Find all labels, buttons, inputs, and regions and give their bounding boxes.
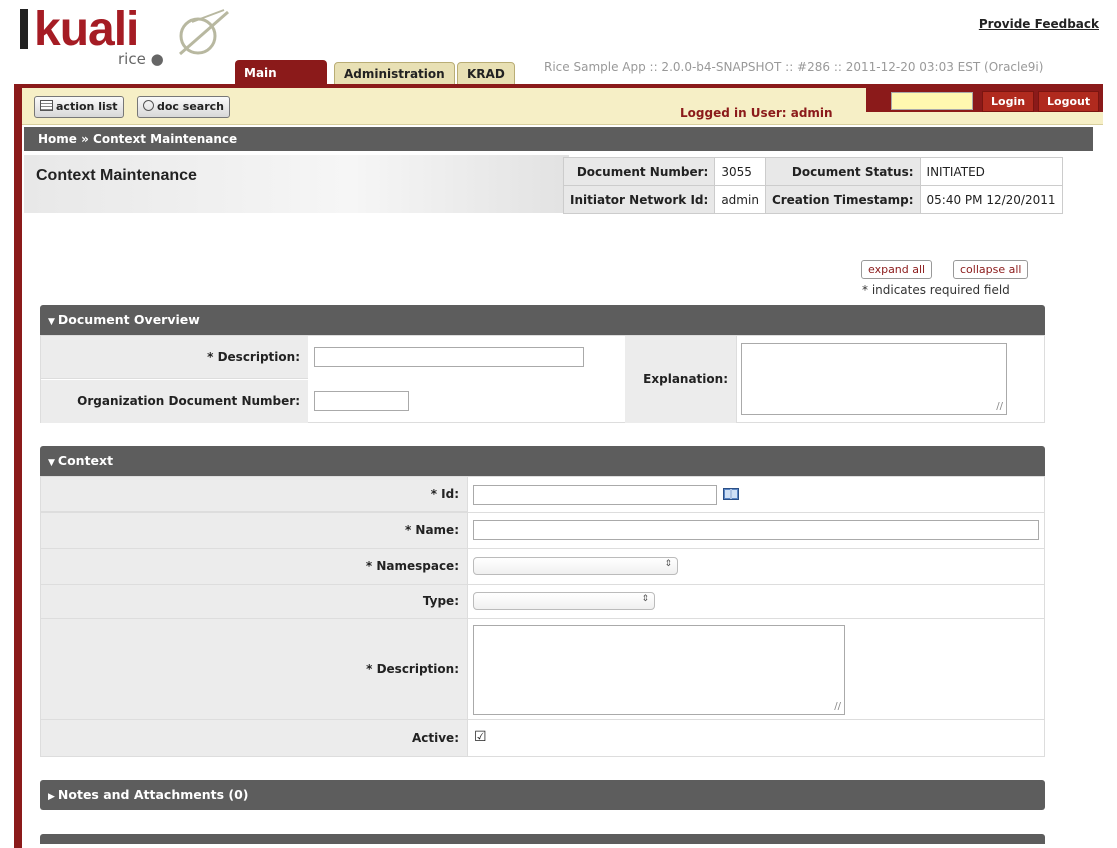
- expanded-triangle-icon: ▼: [48, 458, 55, 468]
- document-info-table: Document Number: 3055 Document Status: I…: [562, 157, 1063, 214]
- resize-grip-icon: //: [996, 401, 1003, 412]
- tab-administration[interactable]: Administration: [334, 62, 455, 86]
- context-namespace-select[interactable]: ⇕: [473, 557, 678, 575]
- logged-in-user: Logged in User: admin: [680, 106, 833, 120]
- expand-all-button[interactable]: expand all: [861, 260, 933, 279]
- explanation-label: Explanation:: [625, 336, 737, 423]
- logo-text: kuali: [34, 3, 139, 56]
- context-name-label: * Name:: [41, 513, 467, 548]
- page-title: Context Maintenance: [36, 167, 197, 184]
- left-rail: [14, 88, 22, 848]
- resize-grip-icon: //: [834, 701, 841, 712]
- section-context[interactable]: ▼ Context: [40, 446, 1045, 476]
- context-name-input[interactable]: [473, 520, 1039, 540]
- initiator-value: admin: [714, 185, 766, 214]
- context-description-label: * Description:: [41, 619, 467, 719]
- context-description-textarea[interactable]: //: [473, 625, 845, 715]
- required-field-note: * indicates required field: [862, 283, 1010, 297]
- doc-search-button[interactable]: doc search: [137, 96, 230, 118]
- login-input[interactable]: [891, 92, 973, 110]
- logout-button[interactable]: Logout: [1038, 91, 1100, 112]
- search-icon: [143, 100, 154, 111]
- action-list-button[interactable]: action list: [34, 96, 124, 118]
- doc-number-label: Document Number:: [562, 157, 716, 186]
- org-doc-number-label: Organization Document Number:: [41, 380, 308, 423]
- select-arrows-icon: ⇕: [664, 559, 672, 569]
- kuali-logo: kuali: [20, 3, 139, 56]
- next-section-header[interactable]: [40, 834, 1045, 844]
- context-active-label: Active:: [41, 720, 467, 756]
- provide-feedback-link[interactable]: Provide Feedback: [979, 17, 1099, 31]
- context-type-label: Type:: [41, 585, 467, 618]
- doc-status-label: Document Status:: [764, 157, 921, 186]
- rice-logo-icon: [179, 9, 229, 56]
- explanation-textarea[interactable]: //: [741, 343, 1007, 415]
- context-id-label: * Id:: [41, 477, 467, 512]
- breadcrumb: Home » Context Maintenance: [24, 127, 1093, 151]
- select-arrows-icon: ⇕: [641, 594, 649, 604]
- app-info: Rice Sample App :: 2.0.0-b4-SNAPSHOT :: …: [544, 60, 1044, 74]
- context-type-select[interactable]: ⇕: [473, 592, 655, 610]
- list-icon: [40, 100, 53, 111]
- tab-krad[interactable]: KRAD: [457, 62, 515, 86]
- lookup-book-icon[interactable]: [723, 488, 739, 500]
- logo-subtitle: rice ●: [118, 50, 164, 68]
- section-document-overview[interactable]: ▼ Document Overview: [40, 305, 1045, 335]
- created-value: 05:40 PM 12/20/2011: [919, 185, 1063, 214]
- overview-body: * Description: Organization Document Num…: [40, 335, 1045, 423]
- collapse-all-button[interactable]: collapse all: [953, 260, 1029, 279]
- doc-number-value: 3055: [714, 157, 766, 186]
- login-button[interactable]: Login: [982, 91, 1035, 112]
- overview-description-label: * Description:: [41, 336, 308, 379]
- initiator-label: Initiator Network Id:: [562, 185, 716, 214]
- section-notes-attachments[interactable]: ▶ Notes and Attachments (0): [40, 780, 1045, 810]
- doc-status-value: INITIATED: [919, 157, 1063, 186]
- context-body: * Id: * Name: * Namespace: ⇕ Type: ⇕ * D…: [40, 476, 1045, 757]
- context-active-checkbox[interactable]: ☑: [474, 729, 487, 745]
- tab-main-menu[interactable]: Main Menu: [235, 60, 327, 106]
- created-label: Creation Timestamp:: [764, 185, 921, 214]
- context-namespace-label: * Namespace:: [41, 549, 467, 584]
- expanded-triangle-icon: ▼: [48, 317, 55, 327]
- collapsed-triangle-icon: ▶: [48, 792, 55, 802]
- context-id-input[interactable]: [473, 485, 717, 505]
